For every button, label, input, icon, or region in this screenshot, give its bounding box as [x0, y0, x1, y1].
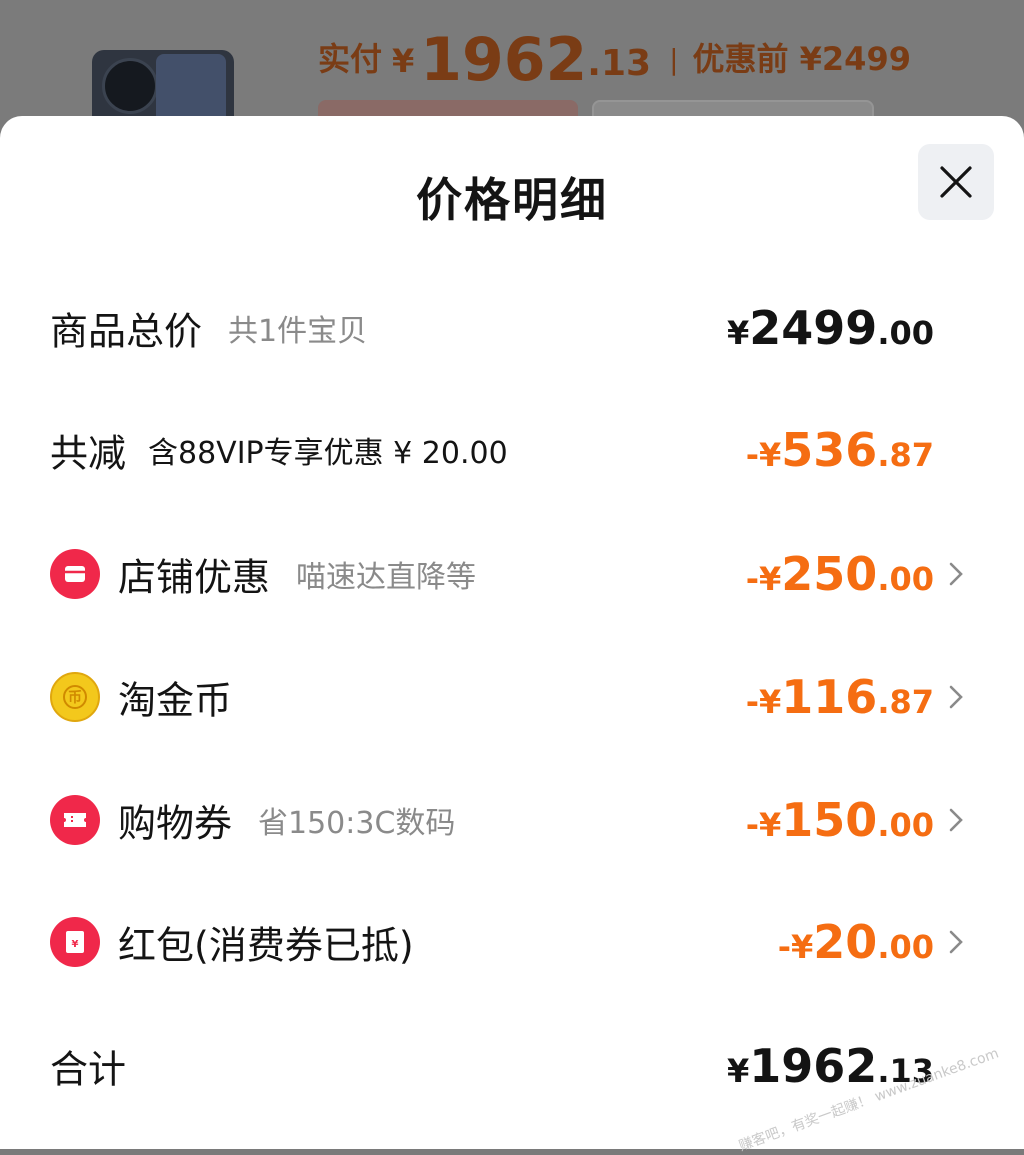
coins-amount: -¥ 116.87	[745, 670, 934, 724]
coupon-row[interactable]: 购物券 省150:3C数码 -¥ 150.00	[0, 780, 1024, 860]
svg-text:币: 币	[68, 690, 82, 706]
red-packet-label: 红包(消费券已抵)	[118, 923, 414, 968]
chevron-right-icon	[949, 808, 963, 832]
red-packet-row[interactable]: ¥ 红包(消费券已抵) -¥ 20.00	[0, 902, 1024, 982]
discount-label: 共减	[50, 431, 127, 476]
coin-icon: 币	[50, 672, 100, 722]
discount-row: 共减 含88VIP专享优惠 ¥ 20.00 -¥ 536.87	[0, 410, 1024, 490]
coupon-note: 省150:3C数码	[258, 806, 456, 841]
chevron-right-icon	[949, 685, 963, 709]
shop-icon	[50, 549, 100, 599]
shop-discount-amount: -¥ 250.00	[745, 547, 934, 601]
subtotal-label: 商品总价	[50, 309, 203, 354]
sheet-title: 价格明细	[416, 173, 608, 227]
price-separator: |	[669, 43, 679, 76]
paid-label: 实付	[318, 40, 383, 78]
red-packet-icon: ¥	[50, 917, 100, 967]
close-icon	[940, 166, 972, 198]
coins-label: 淘金币	[118, 678, 233, 723]
total-label: 合计	[50, 1047, 127, 1092]
close-button[interactable]	[918, 144, 994, 220]
shop-discount-row[interactable]: 店铺优惠 喵速达直降等 -¥ 250.00	[0, 534, 1024, 614]
subtotal-amount: ¥2499.00	[727, 301, 934, 355]
paid-int: 1962	[420, 25, 588, 95]
svg-text:¥: ¥	[72, 939, 79, 950]
price-detail-sheet: 价格明细 商品总价 共1件宝贝 ¥2499.00 共减 含88VIP专享优惠 ¥…	[0, 116, 1024, 1155]
coupon-icon	[50, 795, 100, 845]
coupon-amount: -¥ 150.00	[745, 793, 934, 847]
paid-dec: .13	[587, 43, 652, 84]
background-paid-price: 实付 ¥ 1962 .13 | 优惠前 ¥2499	[318, 24, 911, 90]
paid-yen: ¥	[392, 42, 415, 80]
discount-note: 含88VIP专享优惠 ¥ 20.00	[148, 436, 508, 471]
coins-row[interactable]: 币 淘金币 -¥ 116.87	[0, 657, 1024, 737]
subtotal-row: 商品总价 共1件宝贝 ¥2499.00	[0, 288, 1024, 368]
original-price: 优惠前 ¥2499	[692, 40, 911, 78]
subtotal-note: 共1件宝贝	[228, 314, 368, 349]
red-packet-amount: -¥ 20.00	[777, 915, 934, 969]
chevron-right-icon	[949, 930, 963, 954]
coupon-label: 购物券	[118, 801, 233, 846]
shop-discount-label: 店铺优惠	[118, 555, 271, 600]
shop-discount-note: 喵速达直降等	[296, 560, 476, 595]
discount-amount: -¥ 536.87	[745, 423, 934, 477]
chevron-right-icon	[949, 562, 963, 586]
